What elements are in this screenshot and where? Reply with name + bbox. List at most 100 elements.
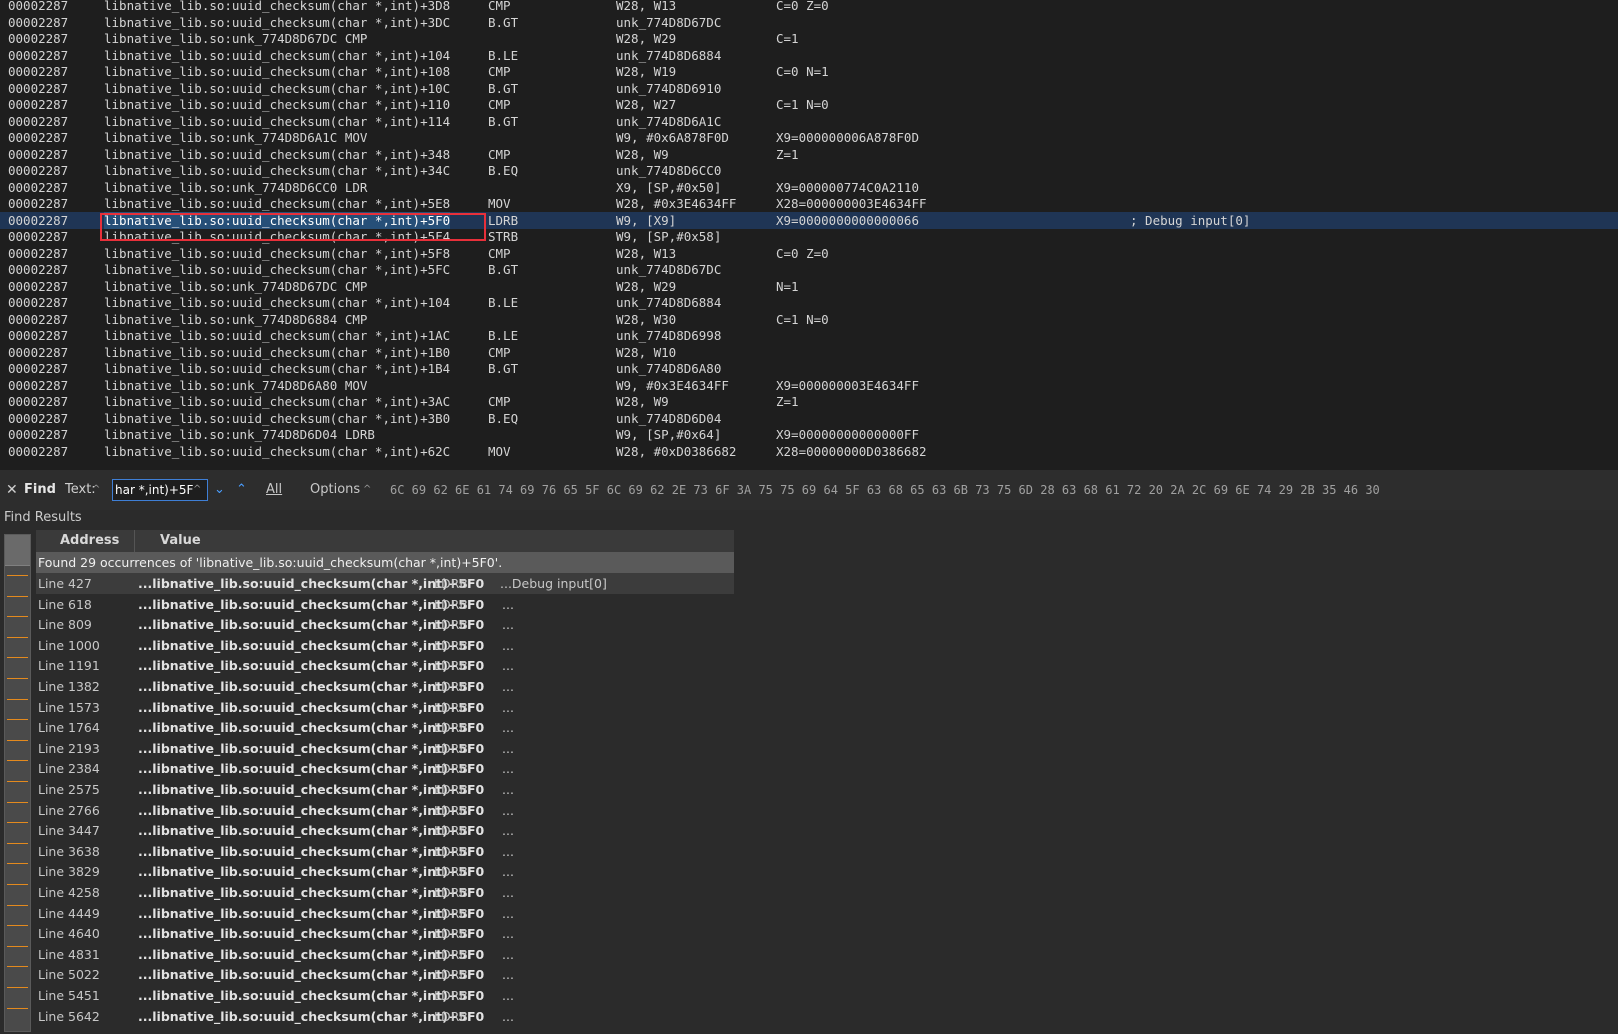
column-header-address[interactable]: Address [60, 530, 119, 552]
trace-operands: W28, W29 [616, 278, 677, 294]
trace-row[interactable]: 00002287 libnative_lib.so:uuid_checksum(c… [0, 146, 1618, 163]
find-previous-button[interactable]: ⌃ [236, 470, 247, 510]
result-row[interactable]: Line 2766 ...libnative_lib.so:uuid_checks… [36, 800, 734, 821]
trace-location: libnative_lib.so:uuid_checksum(char *,in… [104, 14, 451, 30]
trace-row[interactable]: 00002287 libnative_lib.so:uuid_checksum(c… [0, 113, 1618, 130]
result-location: ...libnative_lib.so:uuid_checksum(char *… [138, 885, 485, 900]
trace-thread-id: 00002287 [8, 179, 69, 195]
trace-row[interactable]: 00002287 libnative_lib.so:uuid_checksum(c… [0, 327, 1618, 344]
column-divider[interactable] [134, 530, 135, 552]
result-opcode: LDRB [434, 926, 468, 942]
result-line-number: Line 1764 [38, 720, 100, 736]
trace-row[interactable]: 00002287 libnative_lib.so:uuid_checksum(c… [0, 0, 1618, 14]
trace-location: libnative_lib.so:uuid_checksum(char *,in… [104, 47, 451, 63]
trace-row[interactable]: 00002287 libnative_lib.so:unk_774D8D6A80 … [0, 377, 1618, 394]
result-tail: ... [502, 802, 514, 818]
result-row[interactable]: Line 2575 ...libnative_lib.so:uuid_checks… [36, 779, 734, 800]
options-caret-icon[interactable]: ^ [363, 470, 371, 510]
result-row[interactable]: Line 4640 ...libnative_lib.so:uuid_checks… [36, 923, 734, 944]
close-find-button[interactable]: ✕ [6, 470, 18, 510]
trace-opcode: CMP [488, 0, 511, 13]
trace-row[interactable]: 00002287 libnative_lib.so:uuid_checksum(c… [0, 410, 1618, 427]
trace-row[interactable]: 00002287 libnative_lib.so:uuid_checksum(c… [0, 294, 1618, 311]
trace-location: libnative_lib.so:uuid_checksum(char *,in… [104, 361, 451, 376]
trace-opcode: LDRB [488, 212, 519, 228]
trace-registers: N=1 [776, 278, 799, 294]
trace-row[interactable]: 00002287 libnative_lib.so:uuid_checksum(c… [0, 47, 1618, 64]
scroll-marker [7, 698, 28, 700]
column-header-value[interactable]: Value [160, 530, 201, 552]
scroll-marker [7, 966, 28, 968]
result-opcode: LDRB [434, 885, 468, 900]
result-row[interactable]: Line 1573 ...libnative_lib.so:uuid_checks… [36, 697, 734, 718]
trace-row[interactable]: 00002287 libnative_lib.so:uuid_checksum(c… [0, 162, 1618, 179]
trace-listing[interactable]: 00002287 libnative_lib.so:uuid_checksum(c… [0, 0, 1618, 470]
result-row[interactable]: Line 427 ...libnative_lib.so:uuid_checksu… [36, 573, 734, 594]
result-opcode: LDRB [434, 576, 468, 591]
trace-operands: W28, W9 [616, 394, 669, 409]
result-row[interactable]: Line 3638 ...libnative_lib.so:uuid_checks… [36, 841, 734, 862]
result-location: ...libnative_lib.so:uuid_checksum(char *… [138, 617, 485, 633]
results-header: Address Value [36, 530, 734, 553]
trace-row[interactable]: 00002287 libnative_lib.so:uuid_checksum(c… [0, 360, 1618, 377]
result-row[interactable]: Line 5642 ...libnative_lib.so:uuid_checks… [36, 1006, 734, 1027]
input-history-caret-icon[interactable]: ^ [193, 470, 201, 510]
result-row[interactable]: Line 809 ...libnative_lib.so:uuid_checksu… [36, 614, 734, 635]
result-row[interactable]: Line 5451 ...libnative_lib.so:uuid_checks… [36, 985, 734, 1006]
result-row[interactable]: Line 2193 ...libnative_lib.so:uuid_checks… [36, 738, 734, 759]
trace-thread-id: 00002287 [8, 47, 69, 63]
scrollbar-thumb[interactable] [5, 535, 30, 566]
result-row[interactable]: Line 2384 ...libnative_lib.so:uuid_checks… [36, 758, 734, 779]
trace-opcode: CMP [488, 394, 511, 409]
trace-location: libnative_lib.so:uuid_checksum(char *,in… [104, 295, 451, 310]
trace-row[interactable]: 00002287 libnative_lib.so:uuid_checksum(c… [0, 80, 1618, 97]
result-row[interactable]: Line 1764 ...libnative_lib.so:uuid_checks… [36, 717, 734, 738]
trace-registers: C=1 [776, 31, 799, 46]
result-opcode: LDRB [434, 617, 468, 633]
trace-row[interactable]: 00002287 libnative_lib.so:uuid_checksum(c… [0, 63, 1618, 80]
result-row[interactable]: Line 1191 ...libnative_lib.so:uuid_checks… [36, 655, 734, 676]
trace-row[interactable]: 00002287 libnative_lib.so:uuid_checksum(c… [0, 14, 1618, 31]
trace-row[interactable]: 00002287 libnative_lib.so:unk_774D8D67DC … [0, 30, 1618, 47]
trace-row[interactable]: 00002287 libnative_lib.so:unk_774D8D6A1C … [0, 129, 1618, 146]
trace-row[interactable]: 00002287 libnative_lib.so:unk_774D8D6D04 … [0, 426, 1618, 443]
trace-row[interactable]: 00002287 libnative_lib.so:uuid_checksum(c… [0, 393, 1618, 410]
result-opcode: LDRB [434, 905, 468, 921]
trace-row[interactable]: 00002287 libnative_lib.so:uuid_checksum(c… [0, 245, 1618, 262]
trace-row[interactable]: 00002287 libnative_lib.so:uuid_checksum(c… [0, 195, 1618, 212]
result-tail: ... [502, 617, 514, 633]
trace-row[interactable]: 00002287 libnative_lib.so:uuid_checksum(c… [0, 228, 1618, 245]
trace-operands: unk_774D8D6884 [616, 47, 722, 63]
result-line-number: Line 1382 [38, 679, 100, 694]
trace-row[interactable]: 00002287 libnative_lib.so:unk_774D8D6884 … [0, 311, 1618, 328]
find-next-button[interactable]: ⌄ [214, 470, 225, 510]
result-row[interactable]: Line 3829 ...libnative_lib.so:uuid_checks… [36, 861, 734, 882]
result-location: ...libnative_lib.so:uuid_checksum(char *… [138, 720, 485, 736]
trace-row[interactable]: 00002287 libnative_lib.so:uuid_checksum(c… [0, 96, 1618, 113]
result-row[interactable]: Line 3447 ...libnative_lib.so:uuid_checks… [36, 820, 734, 841]
trace-row[interactable]: 00002287 libnative_lib.so:uuid_checksum(c… [0, 443, 1618, 460]
result-tail: ... [502, 596, 514, 612]
result-row[interactable]: Line 4449 ...libnative_lib.so:uuid_checks… [36, 903, 734, 924]
result-row[interactable]: Line 5022 ...libnative_lib.so:uuid_checks… [36, 964, 734, 985]
trace-row[interactable]: 00002287 libnative_lib.so:uuid_checksum(c… [0, 344, 1618, 361]
trace-row[interactable]: 00002287 libnative_lib.so:uuid_checksum(c… [0, 261, 1618, 278]
result-line-number: Line 5022 [38, 967, 100, 983]
options-button[interactable]: Options [310, 470, 360, 510]
find-all-button[interactable]: All [266, 470, 282, 510]
result-row[interactable]: Line 618 ...libnative_lib.so:uuid_checksu… [36, 594, 734, 615]
result-opcode: LDRB [434, 782, 468, 797]
trace-thread-id: 00002287 [8, 278, 69, 294]
trace-row[interactable]: 00002287 libnative_lib.so:unk_774D8D6CC0 … [0, 179, 1618, 196]
result-location: ...libnative_lib.so:uuid_checksum(char *… [138, 596, 485, 612]
trace-row[interactable]: 00002287 libnative_lib.so:unk_774D8D67DC … [0, 278, 1618, 295]
result-row[interactable]: Line 4258 ...libnative_lib.so:uuid_checks… [36, 882, 734, 903]
trace-row[interactable]: 00002287 libnative_lib.so:uuid_checksum(c… [0, 211, 1618, 229]
result-location: ...libnative_lib.so:uuid_checksum(char *… [138, 679, 485, 694]
result-row[interactable]: Line 4831 ...libnative_lib.so:uuid_checks… [36, 944, 734, 965]
text-history-caret-icon[interactable]: ^ [92, 470, 100, 510]
scroll-marker [7, 822, 28, 824]
result-row[interactable]: Line 1000 ...libnative_lib.so:uuid_checks… [36, 635, 734, 656]
results-scrollbar[interactable] [4, 534, 31, 1032]
result-row[interactable]: Line 1382 ...libnative_lib.so:uuid_checks… [36, 676, 734, 697]
